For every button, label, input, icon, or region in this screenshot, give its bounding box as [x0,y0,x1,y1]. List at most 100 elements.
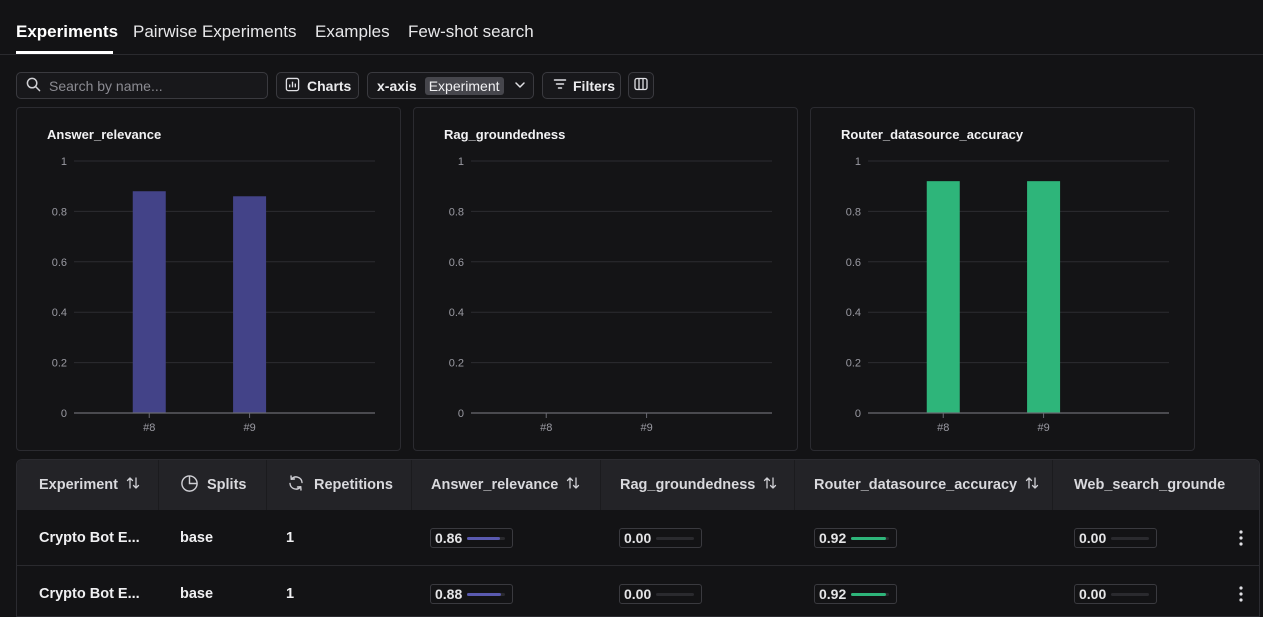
x-axis-value: Experiment [424,76,504,95]
metric-bar [467,592,506,596]
metric-bar [851,592,890,596]
y-tick-label: 0 [61,408,67,420]
x-tick-label: #9 [640,422,652,434]
metric-badge: 0.00 [619,584,702,604]
column-header-label: Repetitions [314,477,393,493]
search-icon [26,77,41,95]
columns-button[interactable] [628,72,654,99]
column-header-experiment[interactable]: Experiment [17,460,159,510]
chart-icon [285,77,300,95]
rag-groundedness-cell: 0.00 [619,566,702,616]
sort-icon[interactable] [126,476,140,494]
metric-bar [467,536,506,540]
column-header-label: Router_datasource_accuracy [814,477,1018,493]
column-header-label: Rag_groundedness [620,477,756,493]
metric-bar [851,536,890,540]
x-tick-label: #8 [540,422,552,434]
metric-value: 0.00 [1079,530,1107,546]
metric-badge: 0.00 [1074,528,1157,548]
y-tick-label: 0.6 [846,257,861,269]
x-axis-select[interactable]: x-axis Experiment [367,72,534,99]
metric-bar [1111,536,1150,540]
metric-badge: 0.92 [814,584,897,604]
splits-value: base [180,586,214,602]
column-header-splits[interactable]: Splits [159,460,267,510]
column-header-web-search-groundedness[interactable]: Web_search_grounde [1053,460,1259,510]
router-accuracy-cell: 0.92 [814,566,897,616]
metric-bar-fill [851,536,887,540]
metric-bar-fill [851,592,887,596]
bar-chart: 1 0.8 0.6 0.4 0.2 0 #8 #9 [846,156,1169,434]
column-header-label: Answer_relevance [431,477,559,493]
metric-bar [1111,592,1150,596]
bar [926,181,960,413]
charts-button[interactable]: Charts [276,72,359,99]
refresh-icon [287,474,305,496]
repetitions-value: 1 [286,586,295,602]
table-row[interactable]: Crypto Bot E... base 1 0.88 0.00 0.92 0.… [17,566,1259,616]
pie-chart-icon [180,474,199,497]
x-tick-label: #8 [937,422,949,434]
metric-badge: 0.88 [430,584,513,604]
tab-few-shot-search[interactable]: Few-shot search [408,22,534,42]
sort-icon[interactable] [763,476,777,494]
experiment-name[interactable]: Crypto Bot E... [39,566,140,616]
chart-card-router-datasource-accuracy: Router_datasource_accuracy 1 0.8 0.6 0.4 0.2… [810,107,1195,451]
search-input[interactable] [49,77,249,94]
filters-button[interactable]: Filters [542,72,621,99]
web-search-cell: 0.00 [1074,510,1157,566]
more-options-icon[interactable] [1239,586,1243,607]
y-tick-label: 0.2 [846,358,861,370]
tab-experiments[interactable]: Experiments [16,22,118,42]
metric-value: 0.92 [819,530,847,546]
column-header-answer-relevance[interactable]: Answer_relevance [412,460,601,510]
column-header-label: Splits [207,477,247,493]
chevron-down-icon [514,78,526,94]
rag-groundedness-cell: 0.00 [619,510,702,566]
active-tab-indicator [16,51,113,54]
y-tick-label: 0.8 [846,206,861,218]
column-header-label: Experiment [39,477,118,493]
tab-bar: Experiments Pairwise Experiments Example… [0,0,1263,55]
column-header-repetitions[interactable]: Repetitions [267,460,412,510]
columns-icon [634,77,648,94]
x-axis-label: x-axis [377,77,417,94]
table-row[interactable]: Crypto Bot E... base 1 0.86 0.00 0.92 0.… [17,510,1259,566]
y-tick-label: 0.4 [846,307,861,319]
x-tick-label: #9 [243,422,255,434]
y-tick-label: 0.2 [449,358,464,370]
sort-icon[interactable] [566,476,580,494]
search-box[interactable] [16,72,268,99]
y-tick-label: 1 [458,156,464,168]
experiment-name[interactable]: Crypto Bot E... [39,510,140,566]
metric-bar [656,536,695,540]
chart-card-answer-relevance: Answer_relevance 1 0.8 0.6 0.4 0.2 0 #8 #9 [16,107,401,451]
y-tick-label: 0.4 [449,307,464,319]
metric-value: 0.88 [435,586,463,602]
y-tick-label: 0.4 [52,307,67,319]
bar [1027,181,1061,413]
metric-value: 0.86 [435,530,463,546]
more-options-icon[interactable] [1239,530,1243,551]
splits-value: base [180,530,214,546]
metric-value: 0.00 [1079,586,1107,602]
tab-pairwise-experiments[interactable]: Pairwise Experiments [133,22,296,42]
metric-value: 0.92 [819,586,847,602]
column-header-label: Web_search_grounde [1074,477,1226,493]
y-tick-label: 1 [61,156,67,168]
tab-examples[interactable]: Examples [315,22,390,42]
column-header-rag-groundedness[interactable]: Rag_groundedness [601,460,795,510]
y-tick-label: 0 [855,408,861,420]
y-tick-label: 0.6 [52,257,67,269]
column-header-router-datasource-accuracy[interactable]: Router_datasource_accuracy [795,460,1053,510]
y-tick-label: 0.6 [449,257,464,269]
web-search-cell: 0.00 [1074,566,1157,616]
x-tick-label: #9 [1037,422,1049,434]
sort-icon[interactable] [1025,476,1039,494]
experiments-table: Experiment Splits Repetitions Answer_rel… [16,459,1260,617]
bar [233,196,267,413]
chart-card-rag-groundedness: Rag_groundedness 1 0.8 0.6 0.4 0.2 0 #8 #9 [413,107,798,451]
metric-badge: 0.00 [1074,584,1157,604]
metric-badge: 0.86 [430,528,513,548]
y-tick-label: 1 [855,156,861,168]
